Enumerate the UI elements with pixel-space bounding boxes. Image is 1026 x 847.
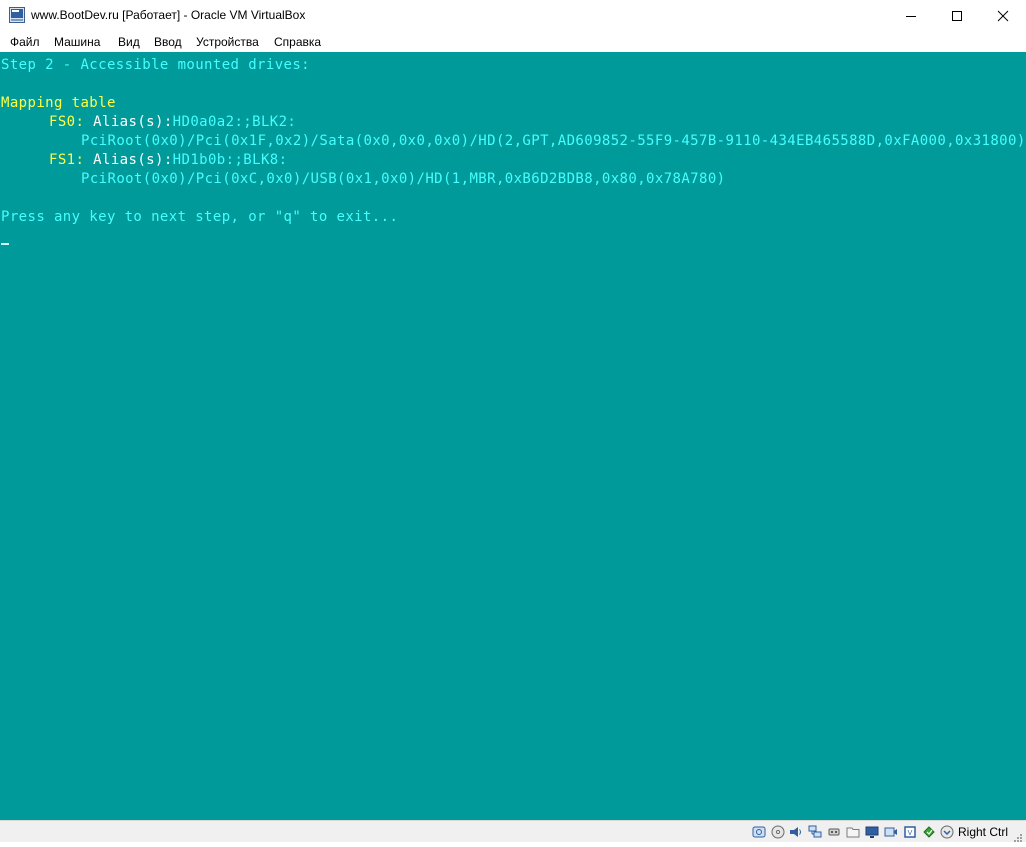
display-icon[interactable] [865,825,879,839]
network-icon[interactable] [808,825,822,839]
menu-machine[interactable]: Машина [54,35,100,49]
fs1-device-path: PciRoot(0x0)/Pci(0xC,0x0)/USB(0x1,0x0)/H… [81,171,726,187]
optical-drive-icon[interactable] [771,825,785,839]
menu-file[interactable]: Файл [10,35,40,49]
menu-input[interactable]: Ввод [154,35,182,49]
video-capture-icon[interactable] [884,825,898,839]
fs0-name: FS0 [49,114,76,130]
fs0-alias-value: HD0a0a2:;BLK2: [172,114,297,130]
fs1-alias-value: HD1b0b:;BLK8: [172,152,288,168]
shared-folders-icon[interactable] [846,825,860,839]
cpu-icon[interactable]: V [903,825,917,839]
minimize-icon [906,15,916,17]
status-bar: V Right Ctrl [0,820,1026,842]
maximize-button[interactable] [934,0,980,31]
menu-bar: Файл Машина Вид Ввод Устройства Справка [0,31,1026,52]
audio-icon[interactable] [789,825,803,839]
hard-disk-icon[interactable] [752,825,766,839]
virtualbox-vm-icon[interactable] [9,7,25,23]
fs1-alias-label: Alias(s) [93,152,164,168]
title-bar: www.BootDev.ru [Работает] - Oracle VM Vi… [0,0,1026,31]
usb-icon[interactable] [827,825,841,839]
close-icon [997,10,1009,21]
step-heading: Step 2 - Accessible mounted drives: [1,57,311,73]
resize-grip-icon[interactable] [1012,829,1022,842]
window-title: www.BootDev.ru [Работает] - Oracle VM Vi… [31,8,306,22]
fs0-alias-label: Alias(s) [93,114,164,130]
close-button[interactable] [980,0,1026,31]
mouse-integration-icon[interactable] [922,825,936,839]
text-cursor [1,243,9,245]
continue-prompt: Press any key to next step, or "q" to ex… [1,209,399,225]
mapping-heading: Mapping table [1,95,116,111]
minimize-button[interactable] [888,0,934,31]
arrow-down-icon[interactable] [940,825,954,839]
fs1-name: FS1 [49,152,76,168]
svg-text:V: V [908,830,913,837]
menu-help[interactable]: Справка [274,35,321,49]
fs1-line: FS1: Alias(s):HD1b0b:;BLK8: [49,152,288,168]
maximize-icon [952,10,962,21]
menu-devices[interactable]: Устройства [196,35,259,49]
vm-display[interactable]: Step 2 - Accessible mounted drives: Mapp… [0,52,1026,820]
fs0-device-path: PciRoot(0x0)/Pci(0x1F,0x2)/Sata(0x0,0x0,… [81,133,1026,149]
fs0-line: FS0: Alias(s):HD0a0a2:;BLK2: [49,114,297,130]
menu-view[interactable]: Вид [118,35,140,49]
host-key-label: Right Ctrl [958,825,1009,839]
